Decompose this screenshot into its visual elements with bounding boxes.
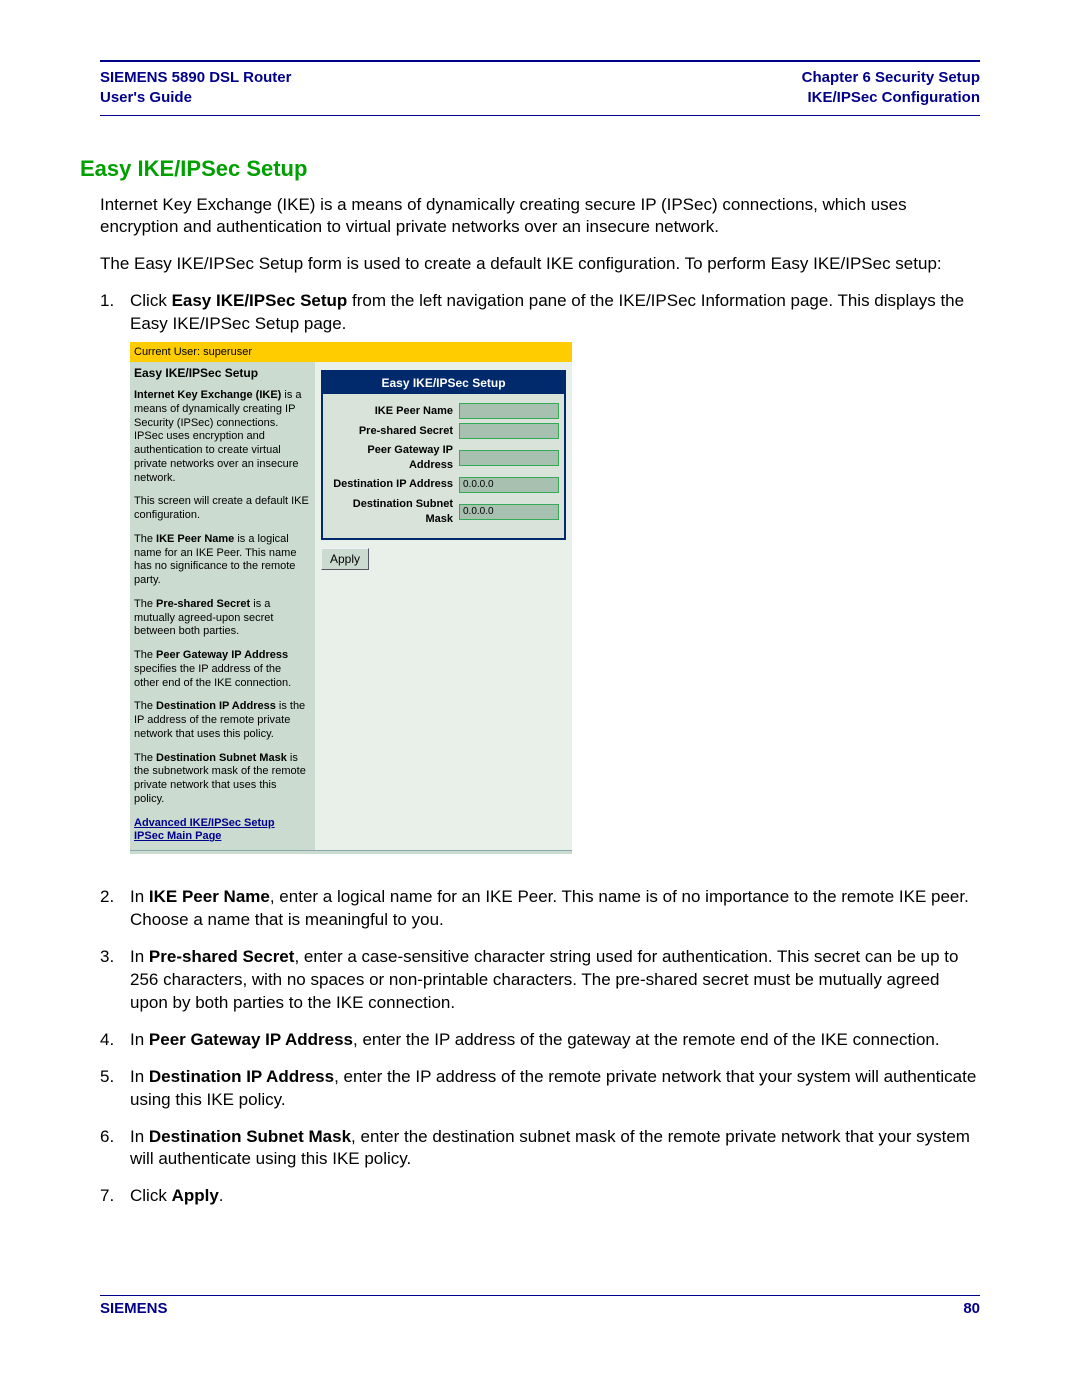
peer-gateway-label: Peer Gateway IP Address (328, 443, 459, 473)
help-p5-bold: Peer Gateway IP Address (156, 649, 288, 661)
current-user-bar: Current User: superuser (130, 344, 572, 362)
step-3: 3. In Pre-shared Secret, enter a case-se… (100, 946, 980, 1015)
step-2-pre: In (130, 887, 149, 906)
screenshot-help-pane: Easy IKE/IPSec Setup Internet Key Exchan… (130, 362, 315, 850)
help-p2: This screen will create a default IKE co… (134, 495, 309, 523)
step-7-bold: Apply (172, 1186, 219, 1205)
step-5-bold: Destination IP Address (149, 1067, 334, 1086)
ike-peer-name-label: IKE Peer Name (328, 404, 459, 419)
step-1: 1. Click Easy IKE/IPSec Setup from the l… (100, 290, 980, 872)
help-p4-pre: The (134, 598, 156, 610)
step-2-bold: IKE Peer Name (149, 887, 270, 906)
step-5-number: 5. (100, 1066, 130, 1112)
step-6-number: 6. (100, 1126, 130, 1172)
help-p1-bold: Internet Key Exchange (IKE) (134, 389, 281, 401)
ike-peer-name-input[interactable] (459, 403, 559, 419)
step-4-bold: Peer Gateway IP Address (149, 1030, 353, 1049)
step-2-number: 2. (100, 886, 130, 932)
header-left-line1: SIEMENS 5890 DSL Router (100, 69, 291, 86)
destination-mask-input[interactable]: 0.0.0.0 (459, 504, 559, 520)
page-footer: SIEMENS 80 (100, 1295, 980, 1317)
peer-gateway-input[interactable] (459, 450, 559, 466)
destination-mask-label: Destination Subnet Mask (328, 497, 459, 527)
embedded-screenshot: Current User: superuser Easy IKE/IPSec S… (130, 342, 980, 854)
help-heading: Easy IKE/IPSec Setup (134, 366, 309, 381)
header-right-line2: IKE/IPSec Configuration (807, 89, 980, 106)
help-p7-pre: The (134, 752, 156, 764)
step-4-pre: In (130, 1030, 149, 1049)
pre-shared-secret-label: Pre-shared Secret (328, 424, 459, 439)
footer-brand: SIEMENS (100, 1300, 168, 1317)
help-p3-pre: The (134, 533, 156, 545)
help-p5-post: specifies the IP address of the other en… (134, 663, 291, 689)
step-7-pre: Click (130, 1186, 172, 1205)
step-6-pre: In (130, 1127, 149, 1146)
help-p5-pre: The (134, 649, 156, 661)
step-1-number: 1. (100, 290, 130, 872)
easy-ike-form-box: Easy IKE/IPSec Setup IKE Peer Name Pr (321, 370, 566, 540)
step-3-bold: Pre-shared Secret (149, 947, 295, 966)
help-p3-bold: IKE Peer Name (156, 533, 234, 545)
step-4-post: , enter the IP address of the gateway at… (353, 1030, 940, 1049)
step-3-number: 3. (100, 946, 130, 1015)
step-7-number: 7. (100, 1185, 130, 1208)
help-p6-pre: The (134, 700, 156, 712)
header-left-line2: User's Guide (100, 89, 192, 106)
step-1-bold: Easy IKE/IPSec Setup (172, 291, 348, 310)
help-p6-bold: Destination IP Address (156, 700, 276, 712)
step-7: 7. Click Apply. (100, 1185, 980, 1208)
pre-shared-secret-input[interactable] (459, 423, 559, 439)
step-5: 5. In Destination IP Address, enter the … (100, 1066, 980, 1112)
section-heading: Easy IKE/IPSec Setup (80, 156, 980, 182)
header-right-line1: Chapter 6 Security Setup (802, 69, 980, 86)
help-p7-bold: Destination Subnet Mask (156, 752, 287, 764)
step-1-text-pre: Click (130, 291, 172, 310)
help-p1-text: is a means of dynamically creating IP Se… (134, 389, 302, 484)
page-header: SIEMENS 5890 DSL Router User's Guide Cha… (100, 68, 980, 115)
step-7-post: . (219, 1186, 224, 1205)
step-6-bold: Destination Subnet Mask (149, 1127, 351, 1146)
footer-page-number: 80 (963, 1300, 980, 1317)
step-6: 6. In Destination Subnet Mask, enter the… (100, 1126, 980, 1172)
ipsec-main-page-link[interactable]: IPSec Main Page (134, 830, 309, 844)
advanced-ike-link[interactable]: Advanced IKE/IPSec Setup (134, 817, 309, 831)
form-title: Easy IKE/IPSec Setup (323, 372, 564, 394)
apply-button[interactable]: Apply (321, 548, 369, 570)
intro-paragraph-1: Internet Key Exchange (IKE) is a means o… (100, 194, 980, 240)
step-5-pre: In (130, 1067, 149, 1086)
destination-ip-label: Destination IP Address (328, 477, 459, 492)
step-4: 4. In Peer Gateway IP Address, enter the… (100, 1029, 980, 1052)
step-4-number: 4. (100, 1029, 130, 1052)
destination-ip-input[interactable]: 0.0.0.0 (459, 477, 559, 493)
intro-paragraph-2: The Easy IKE/IPSec Setup form is used to… (100, 253, 980, 276)
step-3-pre: In (130, 947, 149, 966)
step-2: 2. In IKE Peer Name, enter a logical nam… (100, 886, 980, 932)
help-p4-bold: Pre-shared Secret (156, 598, 250, 610)
